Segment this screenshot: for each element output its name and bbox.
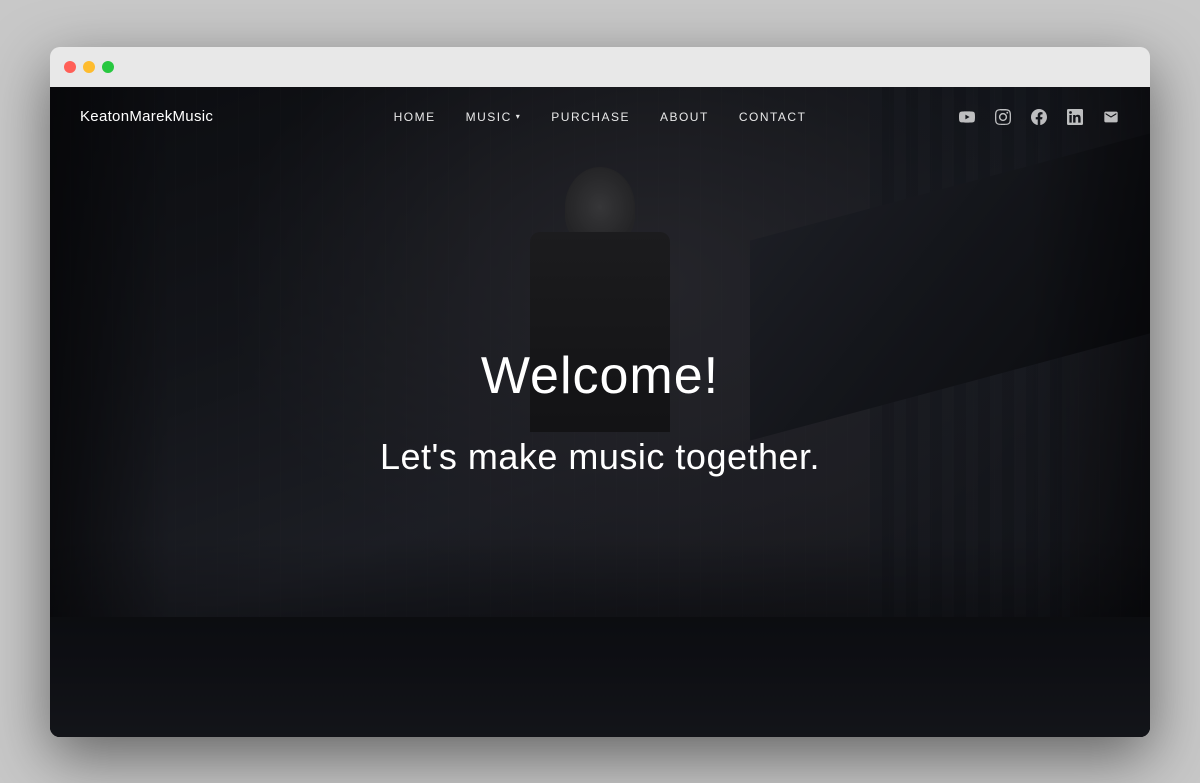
browser-chrome bbox=[50, 47, 1150, 87]
nav-home[interactable]: HOME bbox=[394, 110, 436, 124]
facebook-icon[interactable] bbox=[1030, 108, 1048, 126]
browser-window: KeatonMarekMusic HOME MUSIC ▾ PURCHASE A… bbox=[50, 47, 1150, 737]
email-icon[interactable] bbox=[1102, 108, 1120, 126]
website: KeatonMarekMusic HOME MUSIC ▾ PURCHASE A… bbox=[50, 87, 1150, 737]
chevron-down-icon: ▾ bbox=[516, 112, 522, 121]
hero-content: Welcome! Let's make music together. bbox=[50, 346, 1150, 478]
nav-music[interactable]: MUSIC ▾ bbox=[466, 110, 522, 124]
nav-social bbox=[806, 108, 1120, 126]
instagram-icon[interactable] bbox=[994, 108, 1012, 126]
nav-links: HOME MUSIC ▾ PURCHASE ABOUT CONTACT bbox=[394, 110, 807, 124]
navbar: KeatonMarekMusic HOME MUSIC ▾ PURCHASE A… bbox=[50, 87, 1150, 147]
traffic-light-red[interactable] bbox=[64, 61, 76, 73]
nav-contact[interactable]: CONTACT bbox=[739, 110, 807, 124]
nav-purchase[interactable]: PURCHASE bbox=[551, 110, 630, 124]
site-logo[interactable]: KeatonMarekMusic bbox=[80, 108, 394, 125]
traffic-light-green[interactable] bbox=[102, 61, 114, 73]
traffic-light-yellow[interactable] bbox=[83, 61, 95, 73]
linkedin-icon[interactable] bbox=[1066, 108, 1084, 126]
nav-about[interactable]: ABOUT bbox=[660, 110, 709, 124]
hero-tagline-text: Let's make music together. bbox=[50, 436, 1150, 478]
youtube-icon[interactable] bbox=[958, 108, 976, 126]
hero-welcome-text: Welcome! bbox=[50, 346, 1150, 406]
